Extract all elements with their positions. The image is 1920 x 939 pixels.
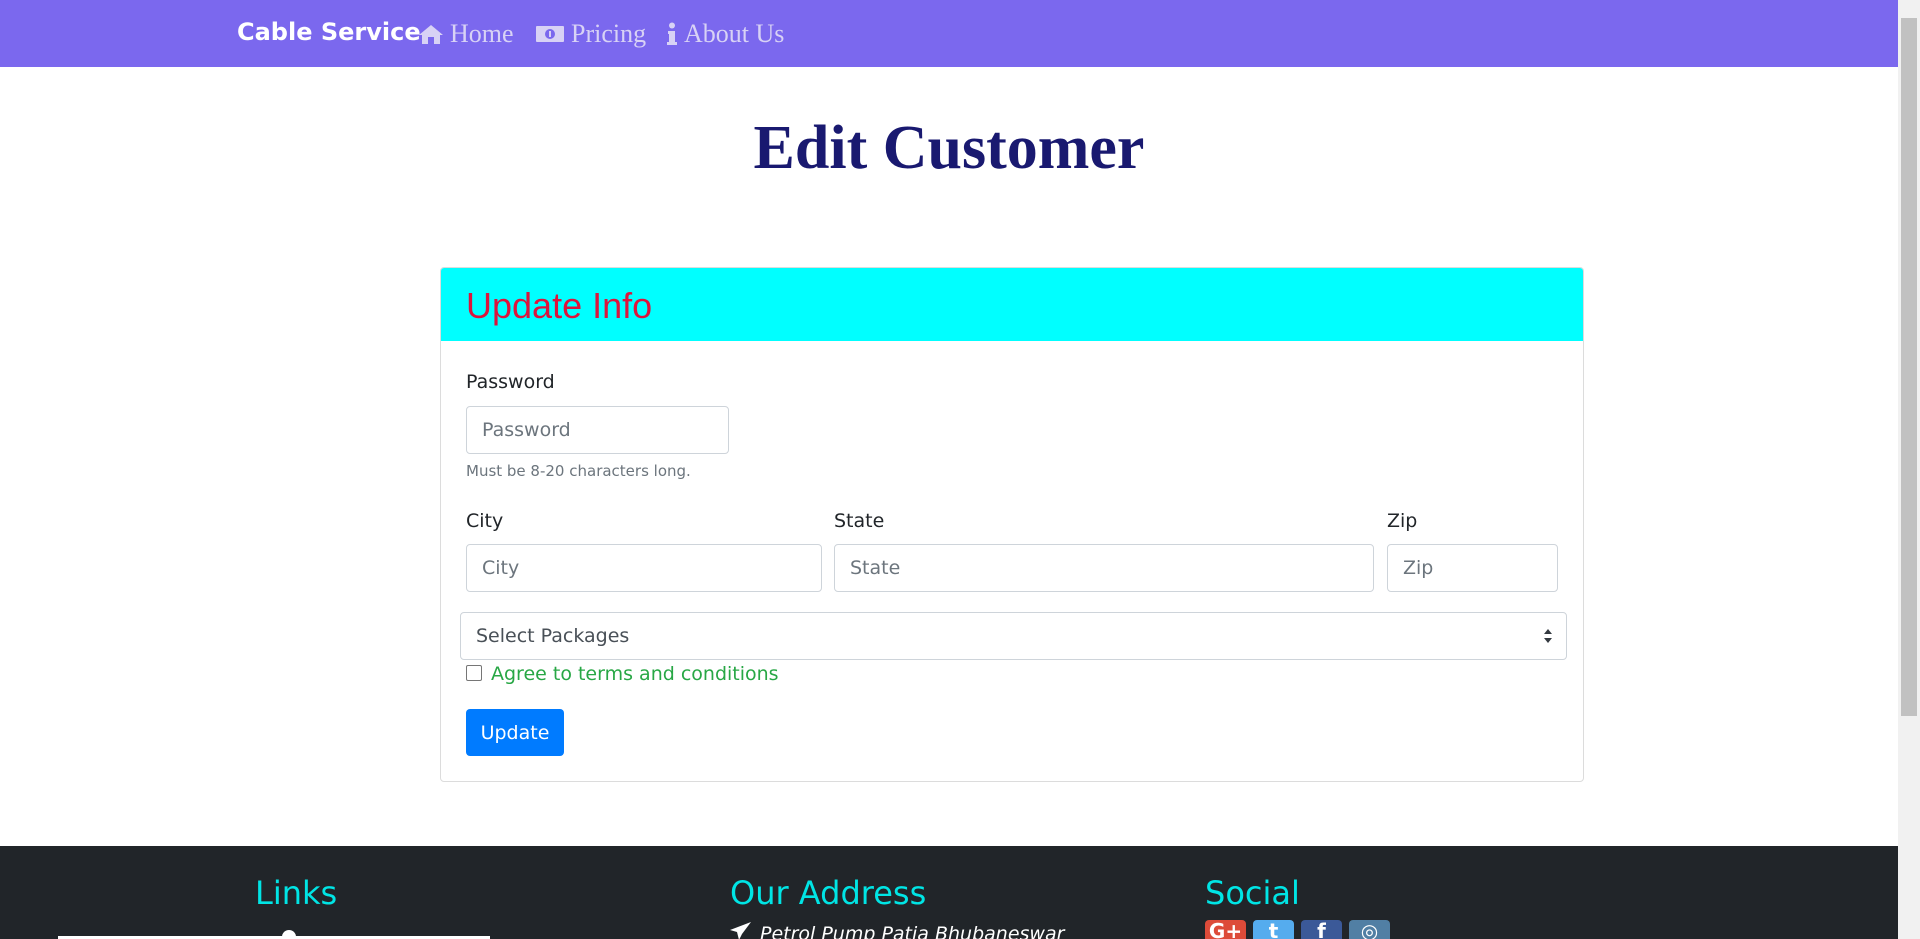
nav-home-label: Home [450,19,514,48]
footer-links-heading: Links [255,874,338,912]
footer-social-heading: Social [1205,874,1300,912]
info-icon [666,22,678,46]
footer-address-line: Petrol Pump Patia Bhubaneswar [760,922,1065,939]
password-help-text: Must be 8-20 characters long. [466,462,691,480]
password-field[interactable] [466,406,729,454]
nav-about-label: About Us [684,19,785,48]
zip-field[interactable] [1387,544,1558,592]
card-header: Update Info [441,268,1583,341]
nav-home[interactable]: Home [418,19,514,49]
zip-label: Zip [1387,510,1418,532]
nav-pricing-label: Pricing [571,19,647,48]
google-plus-icon[interactable]: G+ [1205,920,1246,939]
nav-about[interactable]: About Us [666,19,784,49]
terms-checkbox[interactable] [466,665,482,681]
update-button[interactable]: Update [466,709,564,756]
card-title: Update Info [466,285,653,326]
state-label: State [834,510,885,532]
instagram-icon[interactable]: ◎ [1349,920,1390,939]
page-scrollbar[interactable] [1898,0,1920,939]
scrollbar-thumb[interactable] [1901,18,1917,716]
packages-select-value: Select Packages [476,625,630,647]
navbar: Cable Service Home Pricing About Us [0,0,1898,67]
brand-link[interactable]: Cable Service [237,18,421,46]
update-form-card: Update Info Password Must be 8-20 charac… [440,267,1584,782]
city-label: City [466,510,504,532]
select-arrows-icon [1542,625,1554,647]
terms-label[interactable]: Agree to terms and conditions [491,663,779,685]
facebook-icon[interactable]: f [1301,920,1342,939]
twitter-icon[interactable]: t [1253,920,1294,939]
footer: Links Our Address Petrol Pump Patia Bhub… [0,846,1898,939]
home-icon [418,23,444,45]
paper-plane-icon [730,922,752,939]
packages-select[interactable]: Select Packages [460,612,1567,660]
money-icon [535,24,565,44]
nav-pricing[interactable]: Pricing [535,19,646,49]
state-field[interactable] [834,544,1374,592]
footer-address-heading: Our Address [730,874,927,912]
password-label: Password [466,371,555,393]
page-title: Edit Customer [753,114,1145,182]
footer-link-icon [282,930,296,939]
city-field[interactable] [466,544,822,592]
footer-address: Petrol Pump Patia Bhubaneswar [730,922,1064,939]
